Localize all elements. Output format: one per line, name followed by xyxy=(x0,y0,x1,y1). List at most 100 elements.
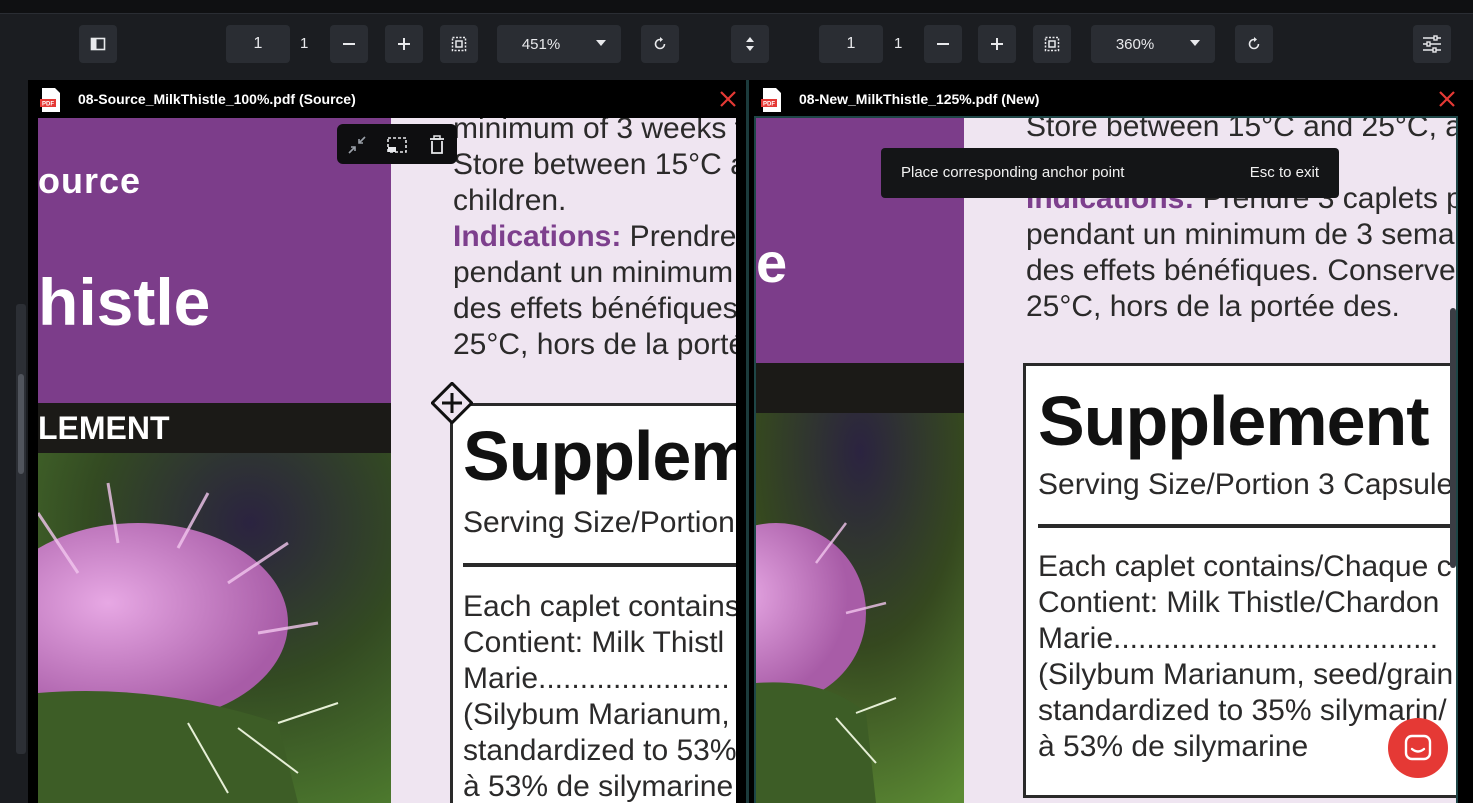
fit-page-icon xyxy=(451,36,467,52)
source-indications-line: Indications: Prendre 3 xyxy=(453,220,736,254)
tooltip-message: Place corresponding anchor point xyxy=(901,164,1125,181)
svg-text:PDF: PDF xyxy=(763,102,775,108)
facts-line-5: standardized to 53% xyxy=(463,734,736,767)
facts-line-3: Marie....................... xyxy=(463,662,730,695)
left-rotate-button[interactable] xyxy=(641,25,679,63)
supplement-band xyxy=(756,363,964,413)
right-page-value: 1 xyxy=(846,35,856,52)
rotate-icon xyxy=(654,37,666,50)
new-line-1: Store between 15°C and 25°C, av xyxy=(1026,118,1456,143)
facts-line-6: à 53% de silymarine xyxy=(463,770,734,803)
window-top-strip xyxy=(0,0,1473,14)
facts-line-6: à 53% de silymarine xyxy=(1038,730,1309,763)
right-zoom-value: 360% xyxy=(1115,35,1155,53)
svg-text:PDF: PDF xyxy=(42,102,54,108)
source-line-1: minimum of 3 weeks f xyxy=(453,118,736,145)
new-pane-header: PDF 08-New_MilkThistle_125%.pdf (New) xyxy=(749,80,1473,118)
plus-icon xyxy=(991,38,1003,50)
anchor-point-tooltip: Place corresponding anchor point Esc to … xyxy=(881,148,1339,198)
facts-divider xyxy=(1038,524,1456,528)
sort-arrows-icon xyxy=(746,37,754,51)
sidebar-toggle-button[interactable] xyxy=(79,25,117,63)
left-zoom-in-button[interactable] xyxy=(385,25,423,63)
facts-divider xyxy=(463,563,736,567)
chat-icon xyxy=(1404,734,1432,761)
left-zoom-out-button[interactable] xyxy=(330,25,368,63)
right-zoom-out-button[interactable] xyxy=(924,25,962,63)
source-line-3: children. xyxy=(453,184,567,217)
left-page-value: 1 xyxy=(253,35,263,52)
settings-button[interactable] xyxy=(1413,25,1451,63)
minus-icon xyxy=(343,43,355,45)
milk-thistle-photo xyxy=(38,453,391,803)
tooltip-escape-hint: Esc to exit xyxy=(1249,164,1319,181)
left-zoom-value: 451% xyxy=(521,35,561,53)
collapse-arrows-icon[interactable] xyxy=(346,134,368,156)
brand-text: ource xyxy=(38,160,142,201)
indications-text: Prendre 3 xyxy=(629,220,736,253)
serving-size-text: Serving Size/Portion xyxy=(463,506,735,539)
source-pane-title: 08-Source_MilkThistle_100%.pdf (Source) xyxy=(78,91,356,107)
sidebar-icon xyxy=(90,37,106,51)
facts-line-4: (Silybum Marianum, seed/grain xyxy=(1038,658,1454,691)
anchor-floating-toolbar xyxy=(337,124,457,164)
trash-icon[interactable] xyxy=(426,134,448,156)
new-fr-line-1: pendant un minimum de 3 semai xyxy=(1026,218,1456,251)
close-icon[interactable] xyxy=(1437,89,1457,109)
anchor-point-icon[interactable] xyxy=(431,382,473,424)
left-page-input[interactable]: 1 xyxy=(226,25,290,63)
facts-line-3: Marie...................................… xyxy=(1038,622,1439,655)
source-pane: PDF 08-Source_MilkThistle_100%.pdf (Sour… xyxy=(28,80,746,803)
source-document-view[interactable]: ource histle LEMENT minimum of 3 weeks f… xyxy=(38,118,736,803)
right-rotate-button[interactable] xyxy=(1235,25,1273,63)
right-page-input[interactable]: 1 xyxy=(819,25,883,63)
new-fr-line-3: 25°C, hors de la portée des. xyxy=(1026,290,1400,323)
milk-thistle-photo xyxy=(756,413,964,803)
toolbar: 1 1 451% 1 1 360% xyxy=(0,14,1473,74)
right-fit-page-button[interactable] xyxy=(1033,25,1071,63)
right-zoom-in-button[interactable] xyxy=(978,25,1016,63)
close-icon[interactable] xyxy=(718,89,738,109)
new-vertical-scrollbar[interactable] xyxy=(1450,308,1456,568)
source-pane-header: PDF 08-Source_MilkThistle_100%.pdf (Sour… xyxy=(28,80,746,118)
plus-icon xyxy=(398,38,410,50)
left-zoom-select[interactable]: 451% xyxy=(497,25,621,63)
sliders-icon xyxy=(1423,35,1441,53)
product-name-text: histle xyxy=(38,265,211,339)
facts-line-1: Each caplet contains xyxy=(463,590,736,623)
chevron-down-icon xyxy=(1190,40,1200,46)
new-pane-title: 08-New_MilkThistle_125%.pdf (New) xyxy=(799,91,1040,107)
supplement-band-text: LEMENT xyxy=(38,410,170,446)
source-fr-line-3: 25°C, hors de la porté xyxy=(453,328,736,361)
pdf-file-icon: PDF xyxy=(40,88,60,112)
product-name-text: e xyxy=(756,231,788,294)
new-fr-line-2: des effets bénéfiques. Conserver xyxy=(1026,254,1456,287)
supplement-facts-title: Supplem xyxy=(463,417,736,495)
selection-area-icon[interactable] xyxy=(386,134,408,156)
source-fr-line-1: pendant un minimum xyxy=(453,256,734,289)
serving-size-text: Serving Size/Portion 3 Capsule xyxy=(1038,468,1454,501)
sync-scroll-button[interactable] xyxy=(731,25,769,63)
left-side-scrollbar[interactable] xyxy=(18,374,24,474)
new-document-view[interactable]: e Store between 15°C and 25°C, av Indica… xyxy=(756,118,1456,803)
minus-icon xyxy=(937,43,949,45)
left-side-strip xyxy=(0,74,28,803)
facts-line-2: Contient: Milk Thistle/Chardon xyxy=(1038,586,1440,619)
facts-line-5: standardized to 35% silymarin/ xyxy=(1038,694,1447,727)
right-zoom-select[interactable]: 360% xyxy=(1091,25,1215,63)
chevron-down-icon xyxy=(596,40,606,46)
fit-page-icon xyxy=(1044,36,1060,52)
supplement-facts-title: Supplement I xyxy=(1038,382,1456,460)
chat-launcher-button[interactable] xyxy=(1388,718,1448,778)
right-page-total: 1 xyxy=(894,35,903,52)
facts-line-2: Contient: Milk Thistl xyxy=(463,626,725,659)
source-fr-line-2: des effets bénéfiques. xyxy=(453,292,736,325)
source-line-2: Store between 15°C a xyxy=(453,148,736,181)
left-fit-page-button[interactable] xyxy=(440,25,478,63)
pdf-file-icon: PDF xyxy=(761,88,781,112)
facts-line-1: Each caplet contains/Chaque c xyxy=(1038,550,1452,583)
indications-label: Indications: xyxy=(453,220,622,253)
rotate-icon xyxy=(1248,37,1260,50)
facts-line-4: (Silybum Marianum, xyxy=(463,698,730,731)
left-page-total: 1 xyxy=(300,35,309,52)
